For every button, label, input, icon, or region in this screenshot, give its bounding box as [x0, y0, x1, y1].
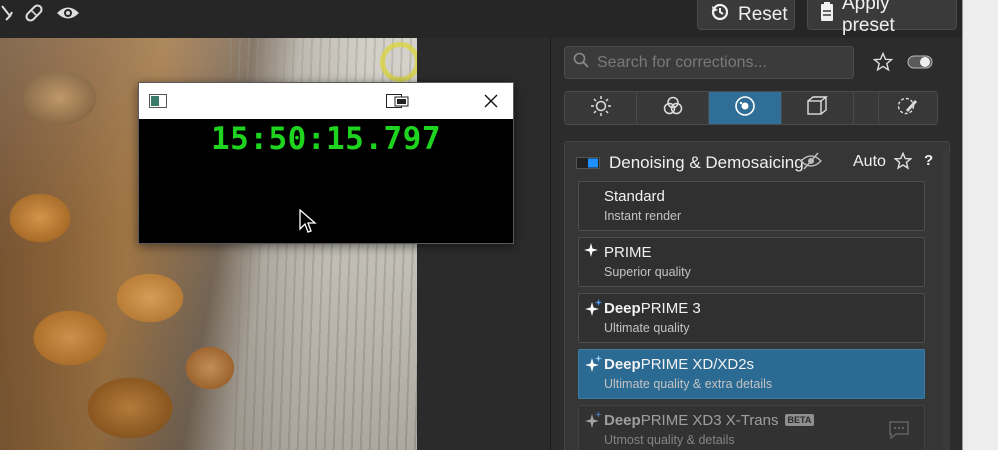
geometry-icon [806, 95, 829, 122]
option-deepprime-3[interactable]: DeepPRIME 3 Ultimate quality [578, 293, 925, 343]
compact-overlay-icon[interactable] [386, 94, 410, 113]
beta-badge: BETA [784, 414, 815, 426]
help-button[interactable]: ? [924, 152, 933, 169]
light-icon [590, 95, 612, 122]
option-name: PRIME [604, 244, 652, 261]
favorites-star-icon[interactable] [872, 51, 894, 77]
healing-icon[interactable] [22, 0, 46, 26]
app-icon [149, 94, 167, 113]
option-name: DeepPRIME XD/XD2s [604, 356, 755, 373]
denoising-module: Denoising & Demosaicing Auto ? Standard … [564, 141, 950, 450]
sparkles-icon [584, 411, 602, 434]
visibility-off-icon[interactable] [799, 151, 823, 176]
reset-icon [710, 2, 730, 28]
custom-palette-button[interactable] [878, 91, 938, 125]
option-description: Instant render [604, 209, 682, 223]
apply-preset-button[interactable]: Apply preset [807, 0, 957, 36]
sparkles-icon [584, 355, 602, 378]
option-standard[interactable]: Standard Instant render [578, 181, 925, 231]
corrections-panel: fx Denoising & Demosaicing Auto ? Standa… [550, 38, 962, 450]
option-name: DeepPRIME XD3 X-Trans BETA [604, 412, 815, 429]
toggle-switch[interactable] [907, 54, 933, 75]
close-icon[interactable] [484, 94, 498, 113]
custom-brush-icon [896, 96, 920, 121]
detail-icon [734, 95, 756, 122]
module-toggle-checkbox[interactable] [576, 156, 600, 174]
background-window-edge [962, 0, 998, 450]
clock-time: 15:50:15.797 [211, 121, 441, 157]
palette-tabs: fx [564, 91, 926, 125]
auto-label[interactable]: Auto [853, 153, 886, 171]
option-description: Ultimate quality [604, 321, 690, 335]
option-name: DeepPRIME 3 [604, 300, 701, 317]
reset-button[interactable]: Reset [697, 0, 795, 30]
tab-light[interactable] [565, 92, 638, 124]
tab-detail[interactable] [709, 92, 782, 124]
top-toolbar: Reset Apply preset [0, 0, 962, 38]
tab-geometry[interactable] [781, 92, 854, 124]
option-prime[interactable]: PRIME Superior quality [578, 237, 925, 287]
reset-label: Reset [738, 3, 788, 25]
option-description: Ultimate quality & extra details [604, 377, 773, 391]
feedback-icon[interactable] [888, 420, 910, 445]
crop-icon[interactable] [0, 0, 14, 26]
clock-window[interactable]: 15:50:15.797 [138, 82, 514, 244]
search-input[interactable] [597, 53, 837, 72]
apply-preset-label: Apply preset [842, 0, 895, 36]
panel-scrollbar[interactable] [942, 150, 950, 450]
clock-titlebar[interactable] [139, 83, 513, 119]
search-icon [573, 52, 589, 73]
sparkles-icon [584, 299, 602, 322]
sparkle-icon [584, 243, 598, 262]
tab-color[interactable] [637, 92, 710, 124]
option-name: Standard [604, 188, 665, 205]
option-description: Superior quality [604, 265, 691, 279]
option-description: Utmost quality & details [604, 433, 735, 447]
preset-icon [820, 1, 834, 28]
color-icon [662, 95, 684, 122]
option-deepprime-xd3-xtrans[interactable]: DeepPRIME XD3 X-Trans BETA Utmost quality… [578, 405, 925, 450]
module-star-icon[interactable] [893, 151, 913, 175]
mouse-cursor-icon [299, 208, 317, 240]
module-header[interactable]: Denoising & Demosaicing Auto ? [565, 142, 949, 182]
search-box[interactable] [564, 46, 854, 79]
module-title: Denoising & Demosaicing [609, 153, 804, 172]
preview-icon[interactable] [55, 0, 81, 26]
option-deepprime-xd[interactable]: DeepPRIME XD/XD2s Ultimate quality & ext… [578, 349, 925, 399]
